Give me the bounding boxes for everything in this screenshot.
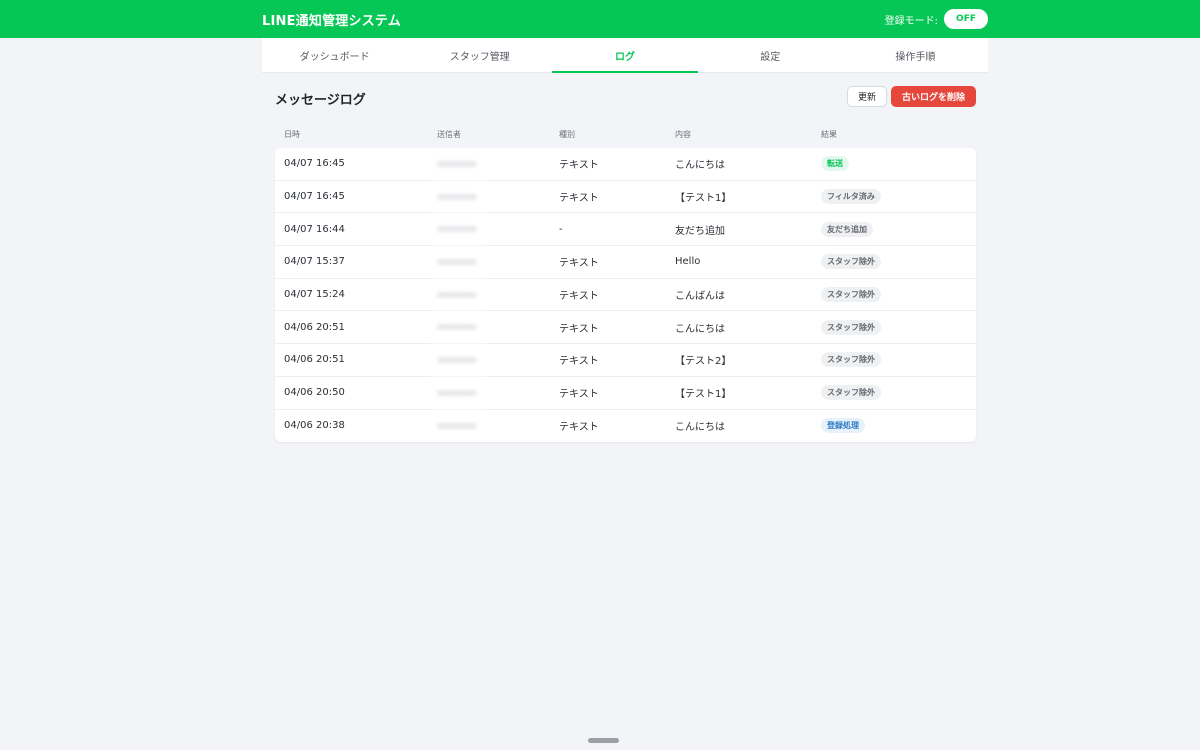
registration-mode-label: 登録モード:: [884, 15, 939, 27]
top-bar: LINE通知管理システム 登録モード: OFF: [0, 0, 1200, 38]
log-result: スタッフ除外: [821, 246, 881, 278]
log-content: こんにちは: [675, 422, 725, 434]
tab-staff-management[interactable]: スタッフ管理: [407, 38, 552, 72]
column-header-result: 結果: [821, 129, 837, 139]
log-type: テキスト: [559, 422, 599, 434]
app-title: LINE通知管理システム: [262, 14, 401, 29]
sender-redaction: [430, 148, 486, 441]
column-header-sender: 送信者: [437, 129, 461, 139]
table-row: 04/07 16:44 - 友だち追加 友だち追加: [275, 213, 976, 247]
result-badge: スタッフ除外: [821, 319, 881, 335]
log-type: テキスト: [559, 193, 599, 205]
log-result: スタッフ除外: [821, 279, 881, 311]
log-result: 転送: [821, 148, 849, 180]
log-date: 04/06 20:50: [284, 387, 345, 399]
log-date: 04/06 20:38: [284, 420, 345, 432]
log-type: テキスト: [559, 323, 599, 335]
result-badge: 登録処理: [821, 418, 865, 434]
log-type: テキスト: [559, 291, 599, 303]
tab-logs[interactable]: ログ: [552, 38, 698, 73]
tab-settings[interactable]: 設定: [698, 38, 843, 72]
table-row: 04/06 20:51 テキスト 【テスト2】 スタッフ除外: [275, 344, 976, 377]
log-result: スタッフ除外: [821, 344, 881, 376]
home-indicator: [588, 738, 619, 743]
result-badge: スタッフ除外: [821, 385, 881, 401]
log-table: 04/07 16:45 テキスト こんにちは 転送 04/07 16:45 テキスト 【テス…: [275, 148, 976, 443]
table-row: 04/07 15:37 テキスト Hello スタッフ除外: [275, 246, 976, 279]
table-row: 04/07 15:24 テキスト こんばんは スタッフ除外: [275, 279, 976, 312]
log-date: 04/07 15:37: [284, 256, 345, 268]
log-date: 04/07 16:45: [284, 191, 345, 203]
log-result: スタッフ除外: [821, 377, 881, 409]
result-badge: スタッフ除外: [821, 287, 881, 303]
log-content: 友だち追加: [675, 225, 725, 237]
log-date: 04/07 15:24: [284, 289, 345, 301]
log-date: 04/06 20:51: [284, 321, 345, 333]
log-type: -: [559, 223, 563, 235]
refresh-button[interactable]: 更新: [846, 86, 887, 107]
log-result: フィルタ済み: [821, 181, 881, 213]
log-content: 【テスト1】: [675, 193, 732, 205]
registration-mode-toggle[interactable]: OFF: [944, 9, 988, 29]
log-content: こんばんは: [675, 291, 725, 303]
page-title: メッセージログ: [275, 93, 366, 108]
table-header: 日時 送信者 種別 内容 結果: [275, 124, 976, 144]
log-content: こんにちは: [675, 160, 725, 172]
log-type: テキスト: [559, 160, 599, 172]
log-type: テキスト: [559, 389, 599, 401]
column-header-type: 種別: [559, 129, 575, 139]
delete-old-logs-button[interactable]: 古いログを削除: [890, 86, 976, 107]
log-content: Hello: [675, 256, 701, 268]
tab-instructions[interactable]: 操作手順: [843, 38, 988, 72]
table-row: 04/06 20:50 テキスト 【テスト1】 スタッフ除外: [275, 377, 976, 410]
result-badge: 友だち追加: [821, 221, 873, 237]
column-header-content: 内容: [675, 129, 691, 139]
table-row: 04/07 16:45 テキスト 【テスト1】 フィルタ済み: [275, 181, 976, 214]
table-row: 04/06 20:38 テキスト こんにちは 登録処理: [275, 410, 976, 443]
page-actions: 更新 古いログを削除: [846, 86, 976, 107]
log-result: 登録処理: [821, 410, 865, 443]
result-badge: 転送: [821, 156, 849, 172]
log-result: スタッフ除外: [821, 311, 881, 343]
log-type: テキスト: [559, 356, 599, 368]
log-result: 友だち追加: [821, 213, 873, 245]
tab-dashboard[interactable]: ダッシュボード: [262, 38, 407, 72]
log-date: 04/06 20:51: [284, 354, 345, 366]
log-content: こんにちは: [675, 323, 725, 335]
result-badge: スタッフ除外: [821, 352, 881, 368]
log-content: 【テスト1】: [675, 389, 732, 401]
log-date: 04/07 16:45: [284, 158, 345, 170]
table-row: 04/07 16:45 テキスト こんにちは 転送: [275, 148, 976, 181]
column-header-date: 日時: [284, 129, 300, 139]
log-content: 【テスト2】: [675, 356, 732, 368]
log-type: テキスト: [559, 258, 599, 270]
main-nav: ダッシュボード スタッフ管理 ログ 設定 操作手順: [262, 38, 988, 73]
table-row: 04/06 20:51 テキスト こんにちは スタッフ除外: [275, 311, 976, 345]
result-badge: フィルタ済み: [821, 189, 881, 205]
result-badge: スタッフ除外: [821, 254, 881, 270]
registration-mode: 登録モード: OFF: [885, 9, 988, 29]
log-date: 04/07 16:44: [284, 223, 345, 235]
